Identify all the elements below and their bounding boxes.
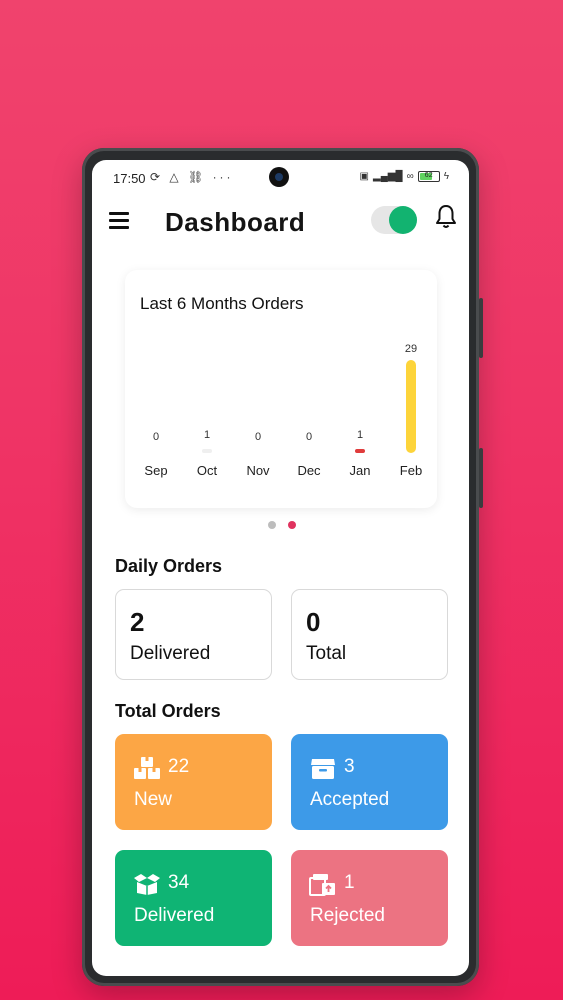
accepted-orders-label: Accepted	[310, 789, 390, 810]
new-orders-card[interactable]: 22 New	[115, 734, 272, 830]
chart-x-tick: Dec	[297, 463, 321, 478]
carousel-dot[interactable]	[288, 521, 296, 529]
orders-bar-chart: 0 Sep 1 Oct 0 Nov 0 Dec 1 Jan 29 Feb	[125, 270, 437, 508]
daily-delivered-label: Delivered	[130, 643, 211, 664]
daily-orders-title: Daily Orders	[115, 556, 223, 576]
return-box-icon	[309, 874, 335, 896]
app-screen: 17:50 ⟳ △ ⛓ ··· ▣ ▂▄▆█ ∞ 62 ϟ Dashboard	[92, 160, 469, 976]
total-orders-title: Total Orders	[115, 701, 221, 721]
orders-chart-card[interactable]: Last 6 Months Orders 0 Sep 1 Oct 0 Nov 0 Dec 1 Ja…	[125, 270, 437, 508]
rejected-orders-count: 1	[344, 872, 355, 893]
daily-total-value: 0	[306, 607, 321, 637]
online-toggle[interactable]	[371, 206, 417, 234]
sync-icon: ⟳	[150, 170, 164, 184]
chart-x-tick: Oct	[196, 463, 218, 478]
chart-data-label: 29	[404, 343, 418, 355]
accepted-orders-card[interactable]: 3 Accepted	[291, 734, 448, 830]
status-right-icons: ▣ ▂▄▆█ ∞ 62 ϟ	[360, 171, 449, 182]
chart-data-label: 0	[152, 431, 160, 443]
chart-bar	[202, 449, 212, 453]
app-header: Dashboard	[92, 200, 469, 250]
chart-x-tick: Nov	[246, 463, 270, 478]
phone-frame: 17:50 ⟳ △ ⛓ ··· ▣ ▂▄▆█ ∞ 62 ϟ Dashboard	[82, 148, 483, 986]
daily-total-label: Total	[306, 643, 347, 664]
more-dots: ···	[212, 170, 234, 184]
delivered-orders-count: 34	[168, 872, 190, 893]
chart-data-label: 0	[305, 431, 313, 443]
new-orders-count: 22	[168, 756, 190, 777]
front-camera	[269, 167, 289, 187]
signal-5g-icon: ▂▄▆█	[373, 171, 403, 182]
delivered-orders-label: Delivered	[134, 905, 215, 926]
chart-bar	[406, 360, 416, 453]
data-icon: ∞	[406, 171, 414, 182]
chart-bar	[355, 449, 365, 453]
daily-total-card[interactable]: 0 Total	[291, 589, 448, 680]
carousel-indicator	[268, 521, 296, 529]
delivered-orders-card[interactable]: 34 Delivered	[115, 850, 272, 946]
boxes-icon	[134, 757, 160, 779]
battery-icon: 62	[417, 171, 440, 182]
charging-icon: ϟ	[443, 171, 449, 182]
power-button	[479, 448, 483, 508]
chart-data-label: 1	[203, 429, 211, 441]
drive-icon: △	[169, 170, 182, 184]
open-box-icon	[134, 874, 160, 895]
chart-data-label: 0	[254, 431, 262, 443]
page-title: Dashboard	[165, 207, 306, 237]
status-time: 17:50	[113, 171, 146, 186]
box-icon	[311, 759, 335, 779]
carousel-dot[interactable]	[268, 521, 276, 529]
bell-icon[interactable]	[434, 204, 458, 230]
rejected-orders-card[interactable]: 1 Rejected	[291, 850, 448, 946]
rejected-orders-label: Rejected	[310, 905, 385, 926]
volume-button	[479, 298, 483, 358]
status-bar: 17:50 ⟳ △ ⛓ ··· ▣ ▂▄▆█ ∞ 62 ϟ	[92, 160, 469, 194]
chart-data-label: 1	[356, 429, 364, 441]
menu-icon[interactable]	[109, 212, 129, 230]
chart-x-tick: Feb	[399, 463, 423, 478]
chart-x-tick: Sep	[144, 463, 168, 478]
chart-x-tick: Jan	[349, 463, 371, 478]
volte-icon: ▣	[359, 171, 369, 182]
status-icons: ⟳ △ ⛓ ···	[150, 170, 234, 184]
link-icon: ⛓	[187, 170, 207, 184]
daily-delivered-value: 2	[130, 607, 145, 637]
new-orders-label: New	[134, 789, 173, 810]
accepted-orders-count: 3	[344, 756, 355, 777]
daily-delivered-card[interactable]: 2 Delivered	[115, 589, 272, 680]
toggle-knob	[389, 206, 417, 234]
